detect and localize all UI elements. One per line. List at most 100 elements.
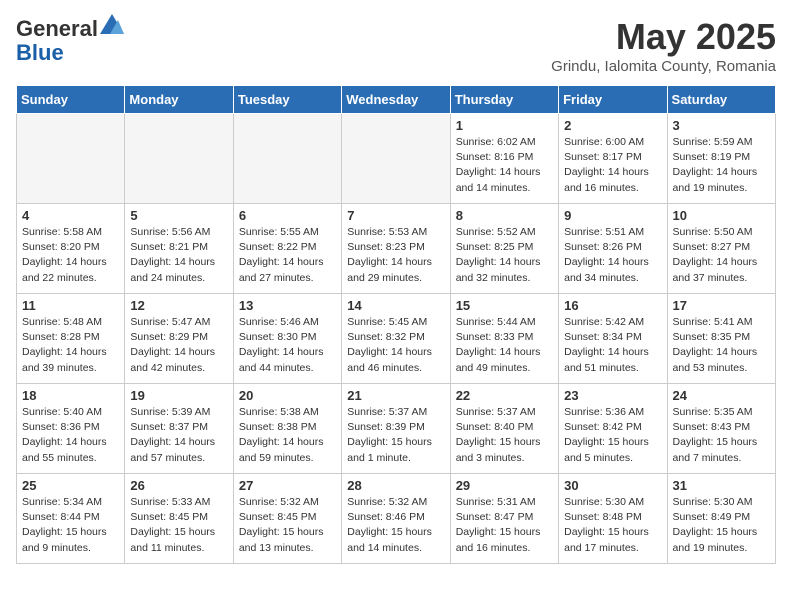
calendar-cell: 21Sunrise: 5:37 AMSunset: 8:39 PMDayligh… xyxy=(342,384,450,474)
day-number: 11 xyxy=(22,298,119,313)
calendar-cell: 28 Sunrise: 5:32 AMSunset: 8:46 PMDayligh… xyxy=(342,474,450,564)
day-number: 8 xyxy=(456,208,553,223)
logo: General Blue xyxy=(16,16,124,65)
calendar-cell: 27Sunrise: 5:32 AMSunset: 8:45 PMDayligh… xyxy=(233,474,341,564)
month-title: May 2025 xyxy=(551,16,776,58)
calendar-cell: 7Sunrise: 5:53 AMSunset: 8:23 PMDaylight… xyxy=(342,204,450,294)
calendar-cell: 14 Sunrise: 5:45 AMSunset: 8:32 PMDayligh… xyxy=(342,294,450,384)
day-info: Sunrise: 5:31 AMSunset: 8:47 PMDaylight:… xyxy=(456,495,553,556)
calendar-cell: 29 Sunrise: 5:31 AMSunset: 8:47 PMDayligh… xyxy=(450,474,558,564)
calendar-cell: 15 Sunrise: 5:44 AMSunset: 8:33 PMDayligh… xyxy=(450,294,558,384)
day-info: Sunrise: 5:34 AMSunset: 8:44 PMDaylight:… xyxy=(22,495,119,556)
calendar-cell: 20 Sunrise: 5:38 AMSunset: 8:38 PMDayligh… xyxy=(233,384,341,474)
day-number: 13 xyxy=(239,298,336,313)
calendar-cell: 18 Sunrise: 5:40 AMSunset: 8:36 PMDayligh… xyxy=(17,384,125,474)
day-info: Sunrise: 5:40 AMSunset: 8:36 PMDaylight:… xyxy=(22,405,119,466)
day-info: Sunrise: 5:55 AMSunset: 8:22 PMDaylight:… xyxy=(239,225,336,286)
day-number: 16 xyxy=(564,298,661,313)
day-info: Sunrise: 5:41 AMSunset: 8:35 PMDaylight:… xyxy=(673,315,770,376)
calendar-cell: 2Sunrise: 6:00 AMSunset: 8:17 PMDaylight… xyxy=(559,114,667,204)
day-info: Sunrise: 5:44 AMSunset: 8:33 PMDaylight:… xyxy=(456,315,553,376)
calendar-cell: 12 Sunrise: 5:47 AMSunset: 8:29 PMDayligh… xyxy=(125,294,233,384)
day-number: 23 xyxy=(564,388,661,403)
weekday-header-saturday: Saturday xyxy=(667,86,775,114)
calendar-cell: 8 Sunrise: 5:52 AMSunset: 8:25 PMDaylight… xyxy=(450,204,558,294)
calendar-cell: 30 Sunrise: 5:30 AMSunset: 8:48 PMDayligh… xyxy=(559,474,667,564)
weekday-header-monday: Monday xyxy=(125,86,233,114)
calendar-cell: 25 Sunrise: 5:34 AMSunset: 8:44 PMDayligh… xyxy=(17,474,125,564)
day-number: 17 xyxy=(673,298,770,313)
day-number: 9 xyxy=(564,208,661,223)
day-info: Sunrise: 5:32 AMSunset: 8:46 PMDaylight:… xyxy=(347,495,444,556)
day-number: 14 xyxy=(347,298,444,313)
weekday-header-friday: Friday xyxy=(559,86,667,114)
calendar-cell: 26Sunrise: 5:33 AMSunset: 8:45 PMDayligh… xyxy=(125,474,233,564)
week-row-5: 25 Sunrise: 5:34 AMSunset: 8:44 PMDayligh… xyxy=(17,474,776,564)
day-number: 7 xyxy=(347,208,444,223)
calendar-table: SundayMondayTuesdayWednesdayThursdayFrid… xyxy=(16,85,776,564)
day-number: 3 xyxy=(673,118,770,133)
week-row-3: 11 Sunrise: 5:48 AMSunset: 8:28 PMDayligh… xyxy=(17,294,776,384)
day-info: Sunrise: 5:36 AMSunset: 8:42 PMDaylight:… xyxy=(564,405,661,466)
day-number: 10 xyxy=(673,208,770,223)
day-number: 4 xyxy=(22,208,119,223)
weekday-header-wednesday: Wednesday xyxy=(342,86,450,114)
calendar-cell: 24 Sunrise: 5:35 AMSunset: 8:43 PMDayligh… xyxy=(667,384,775,474)
calendar-cell: 6 Sunrise: 5:55 AMSunset: 8:22 PMDaylight… xyxy=(233,204,341,294)
day-info: Sunrise: 5:42 AMSunset: 8:34 PMDaylight:… xyxy=(564,315,661,376)
day-info: Sunrise: 5:30 AMSunset: 8:48 PMDaylight:… xyxy=(564,495,661,556)
calendar-cell xyxy=(342,114,450,204)
calendar-cell: 11 Sunrise: 5:48 AMSunset: 8:28 PMDayligh… xyxy=(17,294,125,384)
day-info: Sunrise: 5:50 AMSunset: 8:27 PMDaylight:… xyxy=(673,225,770,286)
calendar-cell: 3 Sunrise: 5:59 AMSunset: 8:19 PMDaylight… xyxy=(667,114,775,204)
weekday-header-thursday: Thursday xyxy=(450,86,558,114)
location-subtitle: Grindu, Ialomita County, Romania xyxy=(551,58,776,75)
page-header: General Blue May 2025 Grindu, Ialomita C… xyxy=(16,16,776,75)
calendar-cell: 1Sunrise: 6:02 AMSunset: 8:16 PMDaylight… xyxy=(450,114,558,204)
logo-icon xyxy=(100,14,124,34)
day-number: 1 xyxy=(456,118,553,133)
day-info: Sunrise: 6:00 AMSunset: 8:17 PMDaylight:… xyxy=(564,135,661,196)
day-number: 22 xyxy=(456,388,553,403)
day-info: Sunrise: 5:30 AMSunset: 8:49 PMDaylight:… xyxy=(673,495,770,556)
day-info: Sunrise: 5:56 AMSunset: 8:21 PMDaylight:… xyxy=(130,225,227,286)
day-number: 24 xyxy=(673,388,770,403)
day-info: Sunrise: 5:38 AMSunset: 8:38 PMDaylight:… xyxy=(239,405,336,466)
title-area: May 2025 Grindu, Ialomita County, Romani… xyxy=(551,16,776,75)
day-number: 28 xyxy=(347,478,444,493)
calendar-cell: 5 Sunrise: 5:56 AMSunset: 8:21 PMDaylight… xyxy=(125,204,233,294)
day-number: 15 xyxy=(456,298,553,313)
day-info: Sunrise: 5:47 AMSunset: 8:29 PMDaylight:… xyxy=(130,315,227,376)
day-info: Sunrise: 5:35 AMSunset: 8:43 PMDaylight:… xyxy=(673,405,770,466)
weekday-header-row: SundayMondayTuesdayWednesdayThursdayFrid… xyxy=(17,86,776,114)
day-number: 6 xyxy=(239,208,336,223)
calendar-cell xyxy=(233,114,341,204)
day-info: Sunrise: 5:59 AMSunset: 8:19 PMDaylight:… xyxy=(673,135,770,196)
calendar-cell: 4Sunrise: 5:58 AMSunset: 8:20 PMDaylight… xyxy=(17,204,125,294)
calendar-cell: 23 Sunrise: 5:36 AMSunset: 8:42 PMDayligh… xyxy=(559,384,667,474)
day-info: Sunrise: 5:37 AMSunset: 8:40 PMDaylight:… xyxy=(456,405,553,466)
day-info: Sunrise: 5:46 AMSunset: 8:30 PMDaylight:… xyxy=(239,315,336,376)
calendar-cell: 17 Sunrise: 5:41 AMSunset: 8:35 PMDayligh… xyxy=(667,294,775,384)
calendar-cell: 31Sunrise: 5:30 AMSunset: 8:49 PMDayligh… xyxy=(667,474,775,564)
day-info: Sunrise: 5:45 AMSunset: 8:32 PMDaylight:… xyxy=(347,315,444,376)
day-info: Sunrise: 5:52 AMSunset: 8:25 PMDaylight:… xyxy=(456,225,553,286)
day-number: 25 xyxy=(22,478,119,493)
calendar-cell: 10 Sunrise: 5:50 AMSunset: 8:27 PMDayligh… xyxy=(667,204,775,294)
day-info: Sunrise: 5:32 AMSunset: 8:45 PMDaylight:… xyxy=(239,495,336,556)
calendar-cell xyxy=(125,114,233,204)
day-number: 20 xyxy=(239,388,336,403)
logo-blue-text: Blue xyxy=(16,40,64,65)
calendar-cell xyxy=(17,114,125,204)
day-number: 18 xyxy=(22,388,119,403)
week-row-1: 1Sunrise: 6:02 AMSunset: 8:16 PMDaylight… xyxy=(17,114,776,204)
calendar-cell: 13 Sunrise: 5:46 AMSunset: 8:30 PMDayligh… xyxy=(233,294,341,384)
day-number: 5 xyxy=(130,208,227,223)
day-number: 29 xyxy=(456,478,553,493)
day-number: 12 xyxy=(130,298,227,313)
week-row-2: 4Sunrise: 5:58 AMSunset: 8:20 PMDaylight… xyxy=(17,204,776,294)
day-number: 30 xyxy=(564,478,661,493)
weekday-header-tuesday: Tuesday xyxy=(233,86,341,114)
day-info: Sunrise: 5:37 AMSunset: 8:39 PMDaylight:… xyxy=(347,405,444,466)
day-info: Sunrise: 5:48 AMSunset: 8:28 PMDaylight:… xyxy=(22,315,119,376)
